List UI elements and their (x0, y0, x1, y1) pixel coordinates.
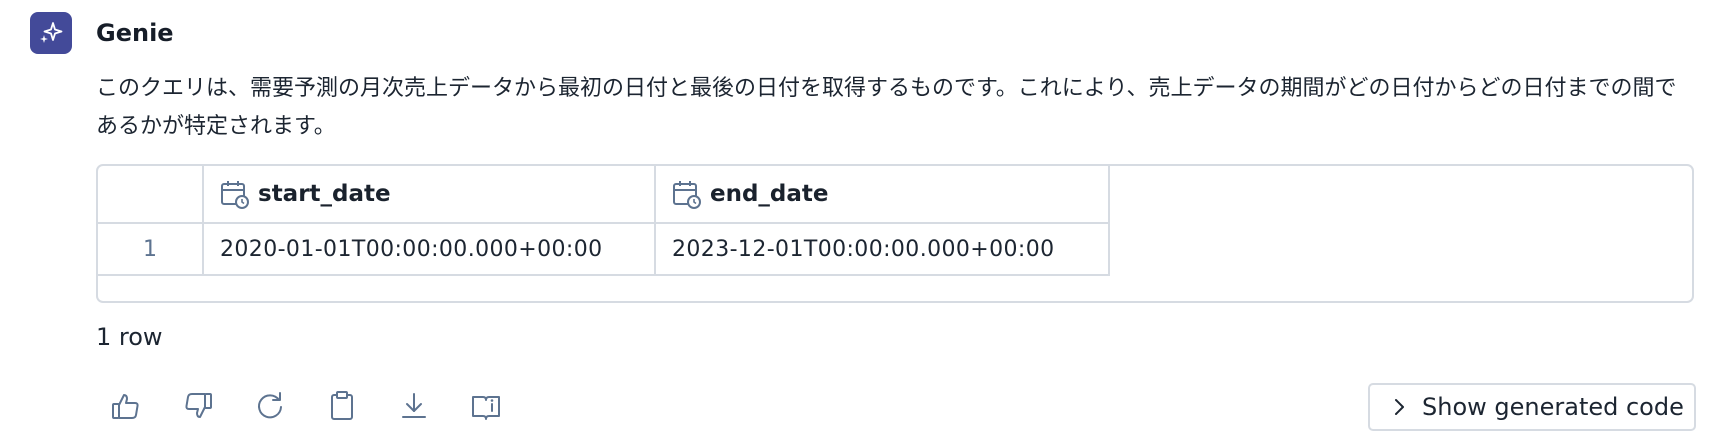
show-generated-code-button[interactable]: Show generated code (1368, 383, 1696, 431)
sparkle-icon (40, 22, 63, 43)
clipboard-icon (331, 391, 353, 420)
refresh-icon (258, 392, 282, 419)
thumbs-up-button[interactable] (108, 388, 144, 424)
row-index: 1 (143, 236, 157, 262)
download-button[interactable] (396, 388, 432, 424)
column-label: end_date (710, 181, 829, 207)
column-label: start_date (258, 181, 391, 207)
cell-start-date[interactable]: 2020-01-01T00:00:00.000+00:00 (204, 224, 656, 276)
thumbs-up-icon (112, 394, 139, 419)
cell-value: 2020-01-01T00:00:00.000+00:00 (220, 236, 603, 262)
download-icon (402, 393, 426, 418)
book-info-icon (472, 396, 500, 420)
cell-value: 2023-12-01T00:00:00.000+00:00 (672, 236, 1055, 262)
genie-response: Genie このクエリは、需要予測の月次売上データから最初の日付と最後の日付を取… (0, 0, 1718, 446)
thumbs-down-button[interactable] (180, 388, 216, 424)
copy-button[interactable] (324, 388, 360, 424)
explain-button[interactable] (468, 388, 504, 424)
row-index-cell: 1 (98, 224, 204, 276)
regenerate-button[interactable] (252, 388, 288, 424)
result-table[interactable]: start_date end_date 1 2020-01-01T00:00:0 (96, 164, 1694, 303)
calendar-clock-icon (221, 181, 249, 209)
column-header-end-date[interactable]: end_date (656, 166, 1110, 224)
message-text: このクエリは、需要予測の月次売上データから最初の日付と最後の日付を取得するもので… (96, 76, 1677, 139)
index-header (98, 166, 204, 224)
table-row[interactable]: 1 2020-01-01T00:00:00.000+00:00 2023-12-… (98, 224, 1110, 276)
row-count: 1 row (96, 323, 163, 351)
chevron-right-icon (1395, 399, 1404, 415)
action-bar (108, 388, 540, 424)
table-header-row: start_date end_date (98, 166, 1110, 224)
cell-end-date[interactable]: 2023-12-01T00:00:00.000+00:00 (656, 224, 1110, 276)
column-header-start-date[interactable]: start_date (204, 166, 656, 224)
show-generated-code-label: Show generated code (1422, 393, 1684, 421)
calendar-clock-icon (673, 181, 701, 209)
thumbs-down-icon (185, 393, 212, 418)
genie-avatar (30, 12, 72, 54)
sender-name: Genie (96, 19, 174, 47)
